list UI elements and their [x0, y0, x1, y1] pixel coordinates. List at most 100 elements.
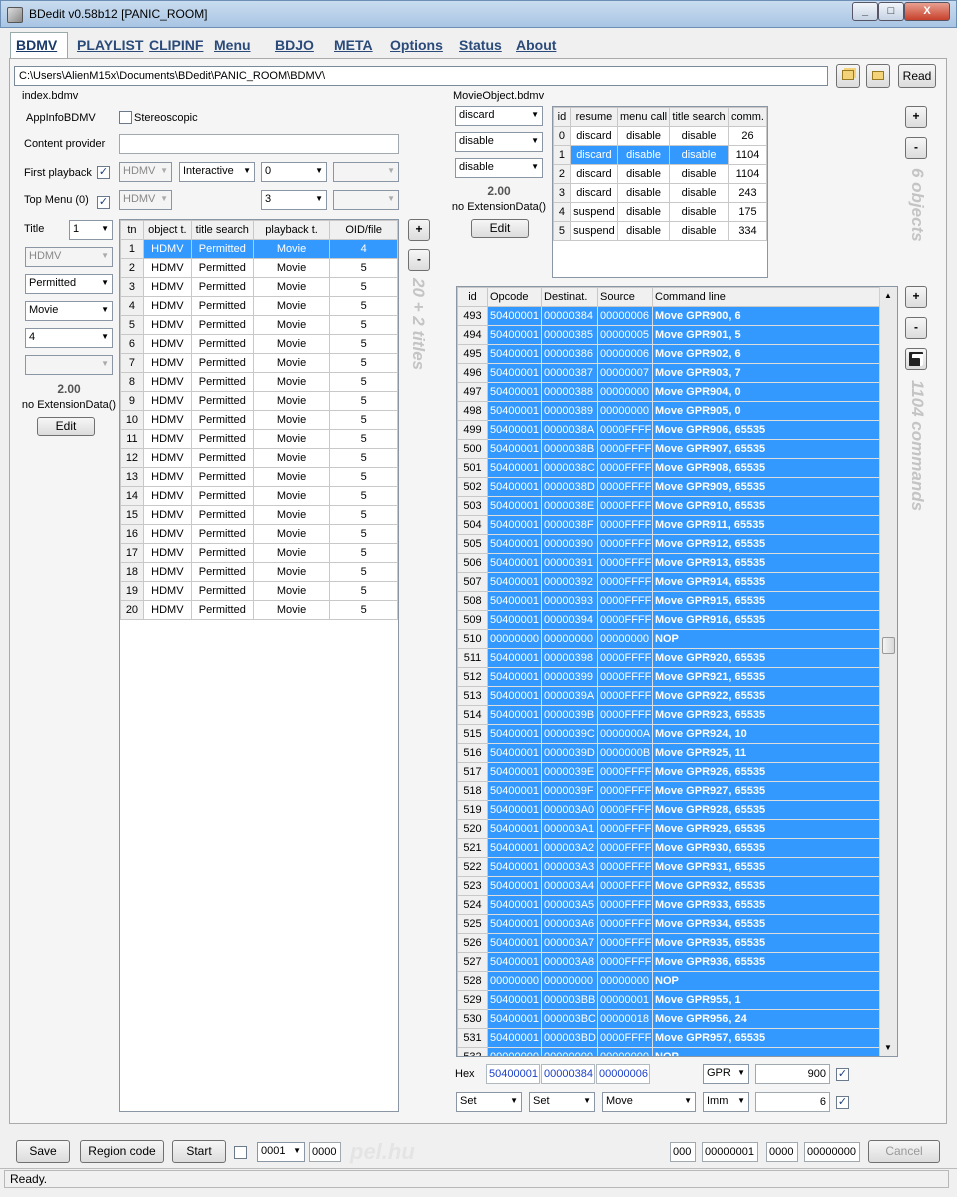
command-line[interactable]: Move GPR923, 65535 [652, 705, 880, 725]
command-destination[interactable]: 00000392 [541, 572, 598, 592]
title-search[interactable]: Permitted [190, 258, 254, 278]
object-menu-call[interactable]: disable [616, 183, 671, 203]
command-source[interactable]: 00000000 [597, 1047, 653, 1056]
command-row[interactable]: 520 50400001 000003A1 0000FFFF Move GPR929, … [457, 819, 880, 839]
command-destination[interactable]: 0000038D [541, 477, 598, 497]
title-search[interactable]: Permitted [190, 372, 254, 392]
command-line[interactable]: Move GPR902, 6 [652, 344, 880, 364]
title-search[interactable]: Permitted [190, 391, 254, 411]
command-row[interactable]: 509 50400001 00000394 0000FFFF Move GPR916, … [457, 610, 880, 630]
command-id[interactable]: 529 [457, 990, 488, 1010]
object-row[interactable]: 0 discard disable disable 26 [553, 126, 768, 146]
title-oid[interactable]: 5 [329, 277, 398, 297]
command-source[interactable]: 0000FFFF [597, 477, 653, 497]
title-object-type[interactable]: HDMV [142, 467, 192, 487]
command-row[interactable]: 499 50400001 0000038A 0000FFFF Move GPR906, … [457, 420, 880, 440]
command-id[interactable]: 531 [457, 1028, 488, 1048]
command-destination[interactable]: 000003BB [541, 990, 598, 1010]
command-opcode[interactable]: 00000000 [487, 971, 542, 991]
command-opcode[interactable]: 50400001 [487, 382, 542, 402]
scroll-up-icon[interactable]: ▲ [884, 291, 892, 300]
command-opcode[interactable]: 50400001 [487, 572, 542, 592]
command-source[interactable]: 0000FFFF [597, 781, 653, 801]
imm-checkbox[interactable]: ✓ [836, 1096, 849, 1109]
command-row[interactable]: 512 50400001 00000399 0000FFFF Move GPR921, … [457, 667, 880, 687]
command-destination[interactable]: 0000039C [541, 724, 598, 744]
command-row[interactable]: 501 50400001 0000038C 0000FFFF Move GPR908, … [457, 458, 880, 478]
command-id[interactable]: 507 [457, 572, 488, 592]
command-id[interactable]: 532 [457, 1047, 488, 1056]
command-opcode[interactable]: 50400001 [487, 363, 542, 383]
command-id[interactable]: 518 [457, 781, 488, 801]
command-destination[interactable]: 000003A6 [541, 914, 598, 934]
path-input[interactable]: C:\Users\AlienM15x\Documents\BDedit\PANI… [14, 66, 828, 86]
command-row[interactable]: 526 50400001 000003A7 0000FFFF Move GPR935, … [457, 933, 880, 953]
title-row[interactable]: 7 HDMV Permitted Movie 5 [120, 353, 398, 373]
command-id[interactable]: 500 [457, 439, 488, 459]
top-menu-type-select[interactable]: HDMV [119, 190, 172, 210]
command-opcode[interactable]: 50400001 [487, 325, 542, 345]
command-destination[interactable]: 000003BD [541, 1028, 598, 1048]
command-destination[interactable]: 000003A0 [541, 800, 598, 820]
title-row[interactable]: 20 HDMV Permitted Movie 5 [120, 600, 398, 620]
hex-opcode-field[interactable]: 50400001 [486, 1064, 540, 1084]
command-source[interactable]: 0000FFFF [597, 439, 653, 459]
title-row[interactable]: 1 HDMV Permitted Movie 4 [120, 239, 398, 259]
title-playback-type[interactable]: Movie [252, 562, 331, 582]
title-tn[interactable]: 10 [120, 410, 144, 430]
title-oid[interactable]: 5 [329, 600, 398, 620]
object-id[interactable]: 3 [553, 183, 571, 203]
command-source[interactable]: 00000000 [597, 629, 653, 649]
title-object-type[interactable]: HDMV [142, 600, 192, 620]
command-row[interactable]: 516 50400001 0000039D 0000000B Move GPR925, … [457, 743, 880, 763]
command-line[interactable]: Move GPR956, 24 [652, 1009, 880, 1029]
title-oid[interactable]: 5 [329, 505, 398, 525]
title-oid[interactable]: 5 [329, 353, 398, 373]
command-source[interactable]: 00000000 [597, 382, 653, 402]
title-tn[interactable]: 3 [120, 277, 144, 297]
command-source[interactable]: 00000006 [597, 306, 653, 326]
object-resume[interactable]: discard [569, 145, 619, 165]
title-playback-type[interactable]: Movie [252, 429, 331, 449]
command-row[interactable]: 496 50400001 00000387 00000007 Move GPR903, … [457, 363, 880, 383]
command-opcode[interactable]: 50400001 [487, 686, 542, 706]
command-id[interactable]: 526 [457, 933, 488, 953]
command-line[interactable]: Move GPR910, 65535 [652, 496, 880, 516]
command-id[interactable]: 509 [457, 610, 488, 630]
command-destination[interactable]: 000003A4 [541, 876, 598, 896]
title-tn[interactable]: 19 [120, 581, 144, 601]
command-opcode[interactable]: 50400001 [487, 781, 542, 801]
title-row[interactable]: 17 HDMV Permitted Movie 5 [120, 543, 398, 563]
copy-folder-button[interactable] [836, 64, 860, 88]
object-title-search[interactable]: disable [669, 145, 729, 165]
title-playback-type[interactable]: Movie [252, 486, 331, 506]
title-object-type[interactable]: HDMV [142, 315, 192, 335]
title-tn[interactable]: 5 [120, 315, 144, 335]
title-object-type[interactable]: HDMV [142, 505, 192, 525]
command-line[interactable]: Move GPR913, 65535 [652, 553, 880, 573]
command-line[interactable]: Move GPR928, 65535 [652, 800, 880, 820]
command-id[interactable]: 498 [457, 401, 488, 421]
add-command-button[interactable]: + [905, 286, 927, 308]
command-line[interactable]: Move GPR955, 1 [652, 990, 880, 1010]
command-line[interactable]: Move GPR929, 65535 [652, 819, 880, 839]
title-object-type[interactable]: HDMV [142, 277, 192, 297]
add-object-button[interactable]: + [905, 106, 927, 128]
tab-playlist[interactable]: PLAYLIST [71, 32, 143, 57]
stereoscopic-checkbox[interactable] [119, 111, 132, 124]
command-row[interactable]: 527 50400001 000003A8 0000FFFF Move GPR936, … [457, 952, 880, 972]
title-tn[interactable]: 1 [120, 239, 144, 259]
command-source[interactable]: 0000FFFF [597, 515, 653, 535]
command-id[interactable]: 502 [457, 477, 488, 497]
command-row[interactable]: 530 50400001 000003BC 00000018 Move GPR956, … [457, 1009, 880, 1029]
command-row[interactable]: 518 50400001 0000039F 0000FFFF Move GPR927, … [457, 781, 880, 801]
title-oid[interactable]: 5 [329, 467, 398, 487]
command-destination[interactable]: 00000398 [541, 648, 598, 668]
title-object-type[interactable]: HDMV [142, 353, 192, 373]
title-search[interactable]: Permitted [190, 315, 254, 335]
tab-bdjo[interactable]: BDJO [269, 32, 319, 57]
command-source[interactable]: 0000FFFF [597, 686, 653, 706]
object-row[interactable]: 2 discard disable disable 1104 [553, 164, 768, 184]
command-id[interactable]: 530 [457, 1009, 488, 1029]
tab-options[interactable]: Options [384, 32, 450, 57]
